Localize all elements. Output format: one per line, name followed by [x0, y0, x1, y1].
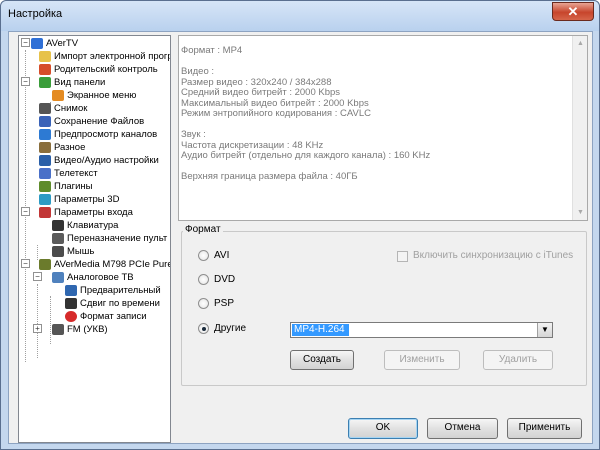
- radio-button-icon: [198, 250, 209, 261]
- scroll-down-icon[interactable]: ▼: [573, 205, 588, 220]
- tree-item-timeshift[interactable]: Сдвиг по времени: [65, 297, 170, 310]
- title-bar: Настройка ✕: [1, 1, 599, 31]
- lock-icon: [39, 64, 51, 75]
- tree-item-remote-remap[interactable]: Переназначение пульт: [52, 232, 170, 245]
- tree-item-mouse[interactable]: Мышь: [52, 245, 170, 258]
- tree-item-3d-settings[interactable]: Параметры 3D: [39, 193, 170, 206]
- tree-item-snapshot[interactable]: Снимок: [39, 102, 170, 115]
- tree-item-parental-control[interactable]: Родительский контроль: [39, 63, 170, 76]
- ok-button[interactable]: OK: [348, 418, 418, 439]
- settings-window: Настройка ✕ − − − − − + AVerTV Импорт эл…: [0, 0, 600, 450]
- tree-collapse-icon[interactable]: −: [21, 77, 30, 86]
- tree-item-file-saving[interactable]: Сохранение Файлов: [39, 115, 170, 128]
- remote-icon: [52, 233, 64, 244]
- cancel-button[interactable]: Отмена: [427, 418, 498, 439]
- settings-tree[interactable]: − − − − − + AVerTV Импорт электронной пр…: [18, 35, 171, 443]
- radio-button-checked-icon: [198, 323, 209, 334]
- format-preset-select[interactable]: MP4-H.264 ▼: [290, 322, 553, 338]
- format-info-box[interactable]: Формат : MP4 Видео : Размер видео : 320x…: [178, 35, 588, 221]
- tree-item-fm-radio[interactable]: FM (УКВ): [52, 323, 170, 336]
- keyboard-icon: [52, 220, 64, 231]
- plugin-icon: [39, 181, 51, 192]
- tree-collapse-icon[interactable]: −: [21, 38, 30, 47]
- timeshift-icon: [65, 298, 77, 309]
- avertv-icon: [31, 38, 43, 49]
- tree-item-channel-preview[interactable]: Предпросмотр каналов: [39, 128, 170, 141]
- delete-button[interactable]: Удалить: [483, 350, 553, 370]
- window-title: Настройка: [8, 8, 63, 20]
- tools-icon: [39, 155, 51, 166]
- eye-icon: [39, 129, 51, 140]
- info-scrollbar[interactable]: ▲ ▼: [572, 36, 587, 220]
- panel-icon: [39, 77, 51, 88]
- tree-item-device[interactable]: AVerMedia M798 PCIe Pure: [39, 258, 170, 271]
- tv-card-icon: [39, 259, 51, 270]
- input-icon: [39, 207, 51, 218]
- radio-icon: [52, 324, 64, 335]
- tree-item-record-format[interactable]: Формат записи: [65, 310, 170, 323]
- close-button[interactable]: ✕: [552, 2, 594, 21]
- mouse-icon: [52, 246, 64, 257]
- format-info-text: Формат : MP4 Видео : Размер видео : 320x…: [181, 45, 431, 182]
- tree-collapse-icon[interactable]: −: [33, 272, 42, 281]
- tree-item-plugins[interactable]: Плагины: [39, 180, 170, 193]
- tree-item-preview[interactable]: Предварительный: [65, 284, 170, 297]
- chevron-down-icon[interactable]: ▼: [537, 323, 552, 337]
- tree-item-av-settings[interactable]: Видео/Аудио настройки: [39, 154, 170, 167]
- tree-collapse-icon[interactable]: −: [21, 207, 30, 216]
- tree-item-input-settings[interactable]: Параметры входа: [39, 206, 170, 219]
- radio-button-icon: [198, 298, 209, 309]
- scroll-up-icon[interactable]: ▲: [573, 36, 588, 51]
- record-icon: [65, 311, 77, 322]
- tree-item-keyboard[interactable]: Клавиатура: [52, 219, 170, 232]
- format-preset-value: MP4-H.264: [292, 324, 349, 336]
- save-icon: [39, 116, 51, 127]
- apply-button[interactable]: Применить: [507, 418, 582, 439]
- tree-item-panel-view[interactable]: Вид панели: [39, 76, 170, 89]
- tree-item-misc[interactable]: Разное: [39, 141, 170, 154]
- osd-icon: [52, 90, 64, 101]
- checkbox-icon: [397, 251, 408, 262]
- format-group-title: Формат: [183, 224, 223, 235]
- dialog-client: − − − − − + AVerTV Импорт электронной пр…: [8, 31, 593, 444]
- 3d-icon: [39, 194, 51, 205]
- tree-item-epg-import[interactable]: Импорт электронной прогр: [39, 50, 170, 63]
- radio-button-icon: [198, 274, 209, 285]
- misc-icon: [39, 142, 51, 153]
- tree-item-avertv[interactable]: AVerTV: [31, 37, 170, 50]
- camera-icon: [39, 103, 51, 114]
- tree-collapse-icon[interactable]: −: [21, 259, 30, 268]
- tv-icon: [52, 272, 64, 283]
- tree-expand-icon[interactable]: +: [33, 324, 42, 333]
- tree-item-osd[interactable]: Экранное меню: [52, 89, 170, 102]
- tree-item-analog-tv[interactable]: Аналоговое ТВ: [52, 271, 170, 284]
- epg-icon: [39, 51, 51, 62]
- edit-button[interactable]: Изменить: [384, 350, 460, 370]
- tree-item-teletext[interactable]: Телетекст: [39, 167, 170, 180]
- create-button[interactable]: Создать: [290, 350, 354, 370]
- preview-icon: [65, 285, 77, 296]
- teletext-icon: [39, 168, 51, 179]
